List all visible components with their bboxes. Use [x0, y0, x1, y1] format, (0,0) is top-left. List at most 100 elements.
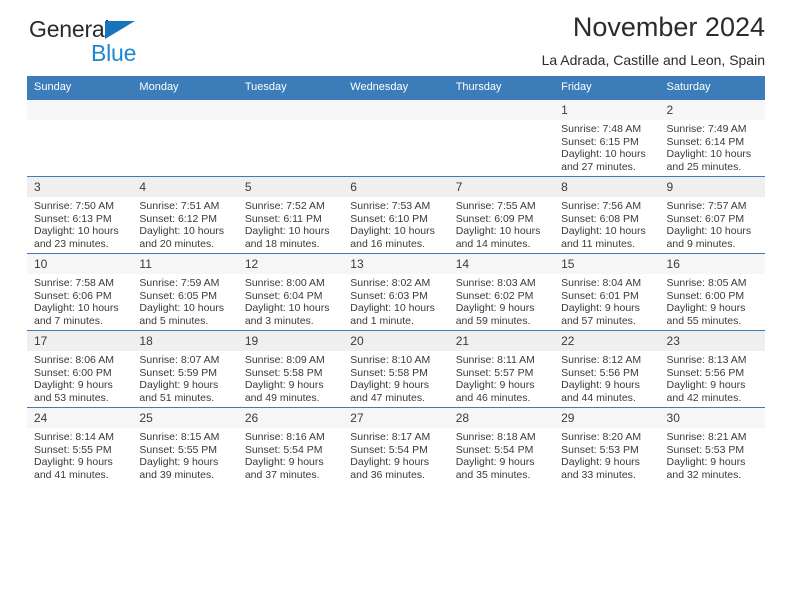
calendar-cell-empty — [343, 99, 449, 177]
day-number — [448, 100, 555, 120]
day-sun-info: Sunrise: 8:04 AM Sunset: 6:01 PM Daylight:… — [554, 274, 659, 327]
calendar-cell-day[interactable]: 1 Sunrise: 7:48 AM Sunset: 6:15 PM Daylight… — [554, 99, 660, 177]
sunset-time: Sunset: 5:54 PM — [350, 443, 428, 456]
calendar-cell-day[interactable]: 21 Sunrise: 8:11 AM Sunset: 5:57 PM Dayligh… — [448, 330, 555, 408]
daylight-duration: Daylight: 9 hours and 46 minutes. — [455, 379, 535, 404]
sunset-time: Sunset: 5:55 PM — [139, 443, 218, 456]
calendar-cell-day[interactable]: 22 Sunrise: 8:12 AM Sunset: 5:56 PM Dayligh… — [554, 330, 660, 408]
calendar-cell-day[interactable]: 4 Sunrise: 7:51 AM Sunset: 6:12 PM Daylight… — [132, 176, 238, 254]
calendar-cell-day[interactable]: 19 Sunrise: 8:09 AM Sunset: 5:58 PM Dayligh… — [237, 330, 344, 408]
calendar-cell-day[interactable]: 12 Sunrise: 8:00 AM Sunset: 6:04 PM Dayligh… — [237, 253, 344, 331]
calendar-cell-day[interactable]: 27 Sunrise: 8:17 AM Sunset: 5:54 PM Dayligh… — [343, 407, 449, 484]
day-number: 14 — [448, 254, 555, 274]
calendar-cell-day[interactable]: 17 Sunrise: 8:06 AM Sunset: 6:00 PM Dayligh… — [27, 330, 133, 408]
day-number: 19 — [237, 331, 344, 351]
daylight-duration: Daylight: 9 hours and 32 minutes. — [666, 456, 746, 481]
sunrise-time: Sunrise: 7:51 AM — [139, 200, 220, 212]
sunset-time: Sunset: 5:54 PM — [455, 443, 534, 456]
calendar-cell-day[interactable]: 9 Sunrise: 7:57 AM Sunset: 6:07 PM Daylight… — [659, 176, 765, 254]
day-number: 28 — [448, 408, 555, 428]
daylight-duration: Daylight: 9 hours and 49 minutes. — [244, 379, 324, 404]
calendar-cell-day[interactable]: 7 Sunrise: 7:55 AM Sunset: 6:09 PM Daylight… — [448, 176, 555, 254]
day-sun-info: Sunrise: 7:55 AM Sunset: 6:09 PM Daylight:… — [449, 197, 554, 250]
daylight-duration: Daylight: 9 hours and 36 minutes. — [350, 456, 430, 481]
day-number — [27, 100, 133, 120]
day-sun-info: Sunrise: 8:02 AM Sunset: 6:03 PM Daylight:… — [343, 274, 448, 327]
sunset-time: Sunset: 6:01 PM — [561, 289, 639, 302]
calendar-cell-day[interactable]: 16 Sunrise: 8:05 AM Sunset: 6:00 PM Dayligh… — [659, 253, 765, 331]
day-number: 29 — [554, 408, 660, 428]
calendar-cell-day[interactable]: 2 Sunrise: 7:49 AM Sunset: 6:14 PM Daylight… — [659, 99, 765, 177]
calendar-cell-day[interactable]: 11 Sunrise: 7:59 AM Sunset: 6:05 PM Dayligh… — [132, 253, 238, 331]
sunrise-time: Sunrise: 8:07 AM — [139, 354, 220, 366]
calendar-cell-day[interactable]: 29 Sunrise: 8:20 AM Sunset: 5:53 PM Dayligh… — [554, 407, 660, 484]
daylight-duration: Daylight: 10 hours and 9 minutes. — [666, 225, 752, 250]
calendar-cell-day[interactable]: 15 Sunrise: 8:04 AM Sunset: 6:01 PM Dayligh… — [554, 253, 660, 331]
sunrise-time: Sunrise: 8:16 AM — [244, 431, 325, 443]
sunrise-sunset-calendar: Sunday Monday Tuesday Wednesday Thursday Frid… — [27, 76, 765, 484]
sunrise-time: Sunrise: 8:09 AM — [244, 354, 325, 366]
day-number — [132, 100, 238, 120]
day-number: 17 — [27, 331, 133, 351]
calendar-cell-day[interactable]: 26 Sunrise: 8:16 AM Sunset: 5:54 PM Dayligh… — [237, 407, 344, 484]
day-sun-info: Sunrise: 8:13 AM Sunset: 5:56 PM Daylight:… — [660, 351, 765, 404]
sunrise-time: Sunrise: 8:00 AM — [244, 277, 325, 289]
calendar-cell-day[interactable]: 20 Sunrise: 8:10 AM Sunset: 5:58 PM Dayligh… — [343, 330, 449, 408]
day-sun-info: Sunrise: 8:09 AM Sunset: 5:58 PM Daylight:… — [238, 351, 343, 404]
sunset-time: Sunset: 5:58 PM — [244, 366, 323, 379]
sunset-time: Sunset: 6:13 PM — [34, 212, 112, 225]
calendar-cell-day[interactable]: 6 Sunrise: 7:53 AM Sunset: 6:10 PM Daylight… — [343, 176, 449, 254]
daylight-duration: Daylight: 9 hours and 59 minutes. — [455, 302, 535, 327]
calendar-cell-day[interactable]: 24 Sunrise: 8:14 AM Sunset: 5:55 PM Dayligh… — [27, 407, 133, 484]
calendar-cell-day[interactable]: 5 Sunrise: 7:52 AM Sunset: 6:11 PM Daylight… — [237, 176, 344, 254]
day-sun-info: Sunrise: 8:12 AM Sunset: 5:56 PM Daylight:… — [554, 351, 659, 404]
day-sun-info: Sunrise: 8:16 AM Sunset: 5:54 PM Daylight:… — [238, 428, 343, 481]
sunrise-time: Sunrise: 8:18 AM — [455, 431, 536, 443]
daylight-duration: Daylight: 9 hours and 42 minutes. — [666, 379, 746, 404]
day-number: 26 — [237, 408, 344, 428]
day-number: 25 — [132, 408, 238, 428]
sunset-time: Sunset: 6:02 PM — [455, 289, 534, 302]
day-sun-info: Sunrise: 7:56 AM Sunset: 6:08 PM Daylight:… — [554, 197, 659, 250]
day-sun-info: Sunrise: 8:11 AM Sunset: 5:57 PM Daylight:… — [449, 351, 554, 404]
day-number — [237, 100, 344, 120]
calendar-cell-day[interactable]: 23 Sunrise: 8:13 AM Sunset: 5:56 PM Dayligh… — [659, 330, 765, 408]
day-sun-info: Sunrise: 7:58 AM Sunset: 6:06 PM Daylight:… — [27, 274, 132, 327]
sunset-time: Sunset: 6:10 PM — [350, 212, 428, 225]
calendar-cell-day[interactable]: 28 Sunrise: 8:18 AM Sunset: 5:54 PM Dayligh… — [448, 407, 555, 484]
day-sun-info: Sunrise: 8:14 AM Sunset: 5:55 PM Daylight:… — [27, 428, 132, 481]
daylight-duration: Daylight: 9 hours and 35 minutes. — [455, 456, 535, 481]
day-sun-info: Sunrise: 8:07 AM Sunset: 5:59 PM Daylight:… — [132, 351, 237, 404]
day-number: 21 — [448, 331, 555, 351]
sunrise-time: Sunrise: 8:12 AM — [561, 354, 642, 366]
calendar-cell-day[interactable]: 3 Sunrise: 7:50 AM Sunset: 6:13 PM Daylight… — [27, 176, 133, 254]
sunrise-time: Sunrise: 8:04 AM — [561, 277, 642, 289]
calendar-cell-day[interactable]: 8 Sunrise: 7:56 AM Sunset: 6:08 PM Daylight… — [554, 176, 660, 254]
day-sun-info: Sunrise: 8:06 AM Sunset: 6:00 PM Daylight:… — [27, 351, 132, 404]
weekday-header-monday: Monday — [132, 76, 238, 100]
day-number: 1 — [554, 100, 660, 120]
sunset-time: Sunset: 5:55 PM — [34, 443, 112, 456]
sunrise-time: Sunrise: 8:11 AM — [455, 354, 535, 366]
day-number: 10 — [27, 254, 133, 274]
daylight-duration: Daylight: 9 hours and 37 minutes. — [244, 456, 324, 481]
day-number: 3 — [27, 177, 133, 197]
day-number: 16 — [659, 254, 765, 274]
sunset-time: Sunset: 6:06 PM — [34, 289, 112, 302]
day-number: 6 — [343, 177, 449, 197]
sunset-time: Sunset: 5:57 PM — [455, 366, 534, 379]
calendar-cell-day[interactable]: 18 Sunrise: 8:07 AM Sunset: 5:59 PM Dayligh… — [132, 330, 238, 408]
calendar-cell-day[interactable]: 25 Sunrise: 8:15 AM Sunset: 5:55 PM Dayligh… — [132, 407, 238, 484]
sunrise-time: Sunrise: 7:48 AM — [561, 123, 642, 135]
calendar-cell-day[interactable]: 13 Sunrise: 8:02 AM Sunset: 6:03 PM Dayligh… — [343, 253, 449, 331]
calendar-cell-empty — [448, 99, 555, 177]
calendar-cell-day[interactable]: 10 Sunrise: 7:58 AM Sunset: 6:06 PM Dayligh… — [27, 253, 133, 331]
logo-triangle-icon — [105, 21, 135, 39]
sunset-time: Sunset: 5:58 PM — [350, 366, 428, 379]
day-sun-info: Sunrise: 8:20 AM Sunset: 5:53 PM Daylight:… — [554, 428, 659, 481]
day-sun-info: Sunrise: 8:00 AM Sunset: 6:04 PM Daylight:… — [238, 274, 343, 327]
day-sun-info: Sunrise: 7:50 AM Sunset: 6:13 PM Daylight:… — [27, 197, 132, 250]
daylight-duration: Daylight: 10 hours and 23 minutes. — [34, 225, 119, 250]
calendar-cell-day[interactable]: 14 Sunrise: 8:03 AM Sunset: 6:02 PM Dayligh… — [448, 253, 555, 331]
calendar-cell-day[interactable]: 30 Sunrise: 8:21 AM Sunset: 5:53 PM Dayligh… — [659, 407, 765, 484]
